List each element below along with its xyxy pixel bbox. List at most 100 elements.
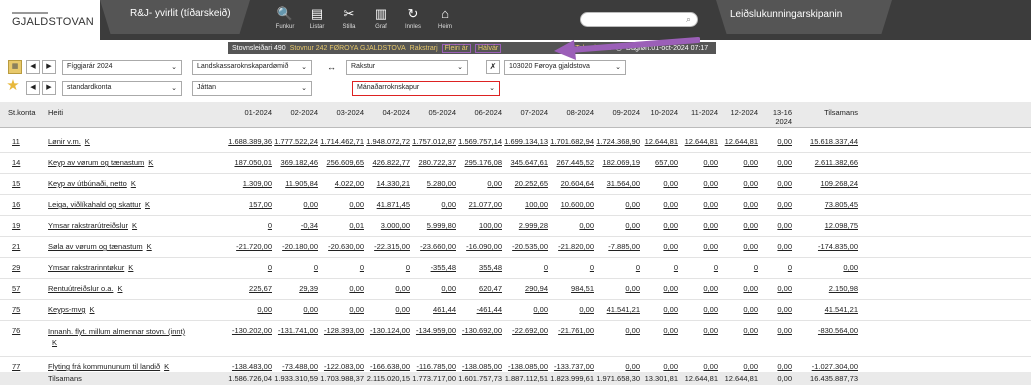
amount-cell[interactable]: 369.182,46 [274,158,318,167]
amount-cell[interactable]: 3.000,00 [366,221,410,230]
amount-cell[interactable]: 0,00 [596,362,640,371]
amount-cell[interactable]: 20.604,64 [550,179,594,188]
account-select[interactable]: standardkonta ⌄ [62,81,182,96]
account-code-link[interactable]: 15 [12,179,46,188]
amount-cell[interactable]: 0,00 [760,137,792,146]
amount-cell[interactable]: 657,00 [640,158,678,167]
amount-cell[interactable]: 73.805,45 [796,200,858,209]
amount-cell[interactable]: 41.541,21 [596,305,640,314]
account-code-link[interactable]: 19 [12,221,46,230]
amount-cell[interactable]: 11.905,84 [274,179,318,188]
amount-cell[interactable]: 0,00 [720,158,758,167]
amount-cell[interactable]: -23.660,00 [412,242,456,251]
amount-cell[interactable]: 0,00 [680,221,718,230]
amount-cell[interactable]: 0,00 [720,242,758,251]
amount-cell[interactable]: 426.822,77 [366,158,410,167]
column-header[interactable]: 04-2024 [366,108,410,117]
amount-cell[interactable]: 0,00 [640,242,678,251]
column-header[interactable]: Heiti [48,108,220,117]
amount-cell[interactable]: 4.022,00 [320,179,364,188]
amount-cell[interactable]: 0,00 [680,200,718,209]
amount-cell[interactable]: 256.609,65 [320,158,364,167]
amount-cell[interactable]: 2.150,98 [796,284,858,293]
amount-cell[interactable]: 0,00 [760,179,792,188]
amount-cell[interactable]: -21.761,00 [550,326,594,335]
amount-cell[interactable]: 355,48 [458,263,502,272]
k-link[interactable]: K [52,338,57,347]
clear-icon[interactable]: ✗ [486,60,500,74]
amount-cell[interactable]: 0,00 [720,179,758,188]
amount-cell[interactable]: 0,00 [760,326,792,335]
nav-heim[interactable]: ⌂ Heim [430,6,460,36]
next-account-button[interactable]: ▶ [42,81,56,95]
account-name-link[interactable]: Keyp av vørum og tænastum K [48,158,220,167]
column-header[interactable]: Tilsamans [796,108,858,117]
nav-graf[interactable]: ▥ Graf [366,6,396,36]
swap-icon[interactable]: ↔ [327,62,336,72]
multi-year-button[interactable]: Fleiri ár [441,43,471,53]
amount-cell[interactable]: 1.309,00 [228,179,272,188]
amount-cell[interactable]: 0,00 [320,200,364,209]
period-select[interactable]: Fíggjarár 2024 ⌄ [62,60,182,75]
amount-cell[interactable]: 0,00 [366,284,410,293]
amount-cell[interactable]: 0,00 [228,305,272,314]
amount-cell[interactable]: 0,00 [640,179,678,188]
half-year-button[interactable]: Hálvár [475,43,502,53]
amount-cell[interactable]: -133.737,00 [550,362,594,371]
amount-cell[interactable]: 0,01 [320,221,364,230]
amount-cell[interactable]: 31.564,00 [596,179,640,188]
calendar-icon[interactable]: ▦ [8,60,22,74]
account-code-link[interactable]: 11 [12,137,46,146]
amount-cell[interactable]: 0 [228,263,272,272]
amount-cell[interactable]: 0 [274,263,318,272]
account-code-link[interactable]: 76 [12,326,46,335]
account-code-link[interactable]: 14 [12,158,46,167]
column-header[interactable]: 12-2024 [720,108,758,117]
amount-cell[interactable]: 14.330,21 [366,179,410,188]
amount-cell[interactable]: 0,00 [550,221,594,230]
amount-cell[interactable]: 182.069,19 [596,158,640,167]
account-code-link[interactable]: 16 [12,200,46,209]
amount-cell[interactable]: 461,44 [412,305,456,314]
amount-cell[interactable]: 0,00 [760,242,792,251]
amount-cell[interactable]: -20.180,00 [274,242,318,251]
amount-cell[interactable]: -21.820,00 [550,242,594,251]
balance-select[interactable]: Játtan ⌄ [192,81,312,96]
amount-cell[interactable]: 5.999,80 [412,221,456,230]
amount-cell[interactable]: -22.692,00 [504,326,548,335]
amount-cell[interactable]: 2.611.382,66 [796,158,858,167]
amount-cell[interactable]: 0,00 [760,362,792,371]
type-select[interactable]: Rakstur ⌄ [346,60,468,75]
amount-cell[interactable]: 100,00 [504,200,548,209]
k-link[interactable]: K [131,179,136,188]
amount-cell[interactable]: 0,00 [760,221,792,230]
amount-cell[interactable]: 1.757.012,87 [412,137,456,146]
amount-cell[interactable]: -138.483,00 [228,362,272,371]
column-header[interactable]: 11-2024 [680,108,718,117]
amount-cell[interactable]: -174.835,00 [796,242,858,251]
amount-cell[interactable]: 0,00 [680,179,718,188]
prev-period-button[interactable]: ◀ [26,60,40,74]
nav-stilla[interactable]: ✂ Stilla [334,6,364,36]
amount-cell[interactable]: 0,00 [412,284,456,293]
amount-cell[interactable]: 0 [720,263,758,272]
account-name-link[interactable]: Flyting frá kommununum til landið K [48,362,220,371]
amount-cell[interactable]: 0,00 [596,221,640,230]
amount-cell[interactable]: 280.722,37 [412,158,456,167]
amount-cell[interactable]: -16.090,00 [458,242,502,251]
amount-cell[interactable]: 20.252,65 [504,179,548,188]
amount-cell[interactable]: 1.724.368,90 [596,137,640,146]
amount-cell[interactable]: 0,00 [596,326,640,335]
amount-cell[interactable]: -130.124,00 [366,326,410,335]
k-link[interactable]: K [147,242,152,251]
amount-cell[interactable]: 0,00 [720,221,758,230]
amount-cell[interactable]: 109.268,24 [796,179,858,188]
amount-cell[interactable]: 0,00 [274,200,318,209]
column-header[interactable]: 09-2024 [596,108,640,117]
grouping-select[interactable]: Mánaðarroknskapur ⌄ [352,81,500,96]
k-link[interactable]: K [85,137,90,146]
nav-innles[interactable]: ↻ Innles [398,6,428,36]
amount-cell[interactable]: 0,00 [720,305,758,314]
amount-cell[interactable]: 41.871,45 [366,200,410,209]
amount-cell[interactable]: 0 [228,221,272,230]
